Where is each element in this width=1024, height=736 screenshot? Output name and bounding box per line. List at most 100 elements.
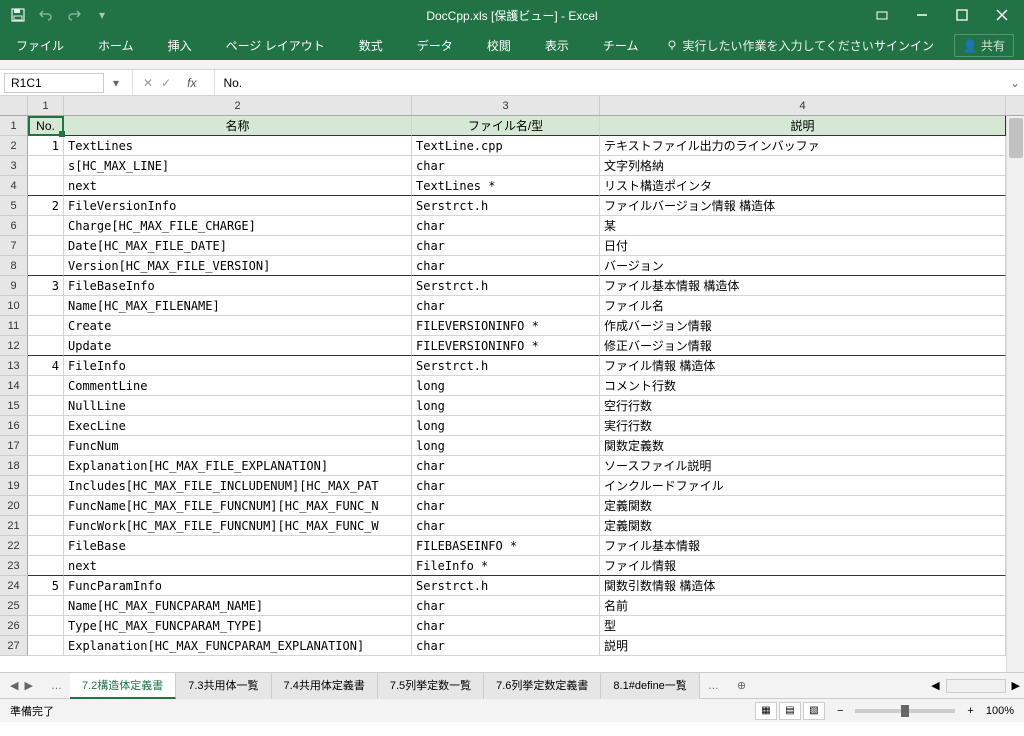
cell-no[interactable] <box>28 296 64 316</box>
row-header[interactable]: 12 <box>0 336 28 356</box>
cell-desc[interactable]: 型 <box>600 616 1006 636</box>
cell-file[interactable]: long <box>412 396 600 416</box>
cell-file[interactable]: char <box>412 616 600 636</box>
pagebreak-view-icon[interactable]: ▧ <box>803 702 825 720</box>
cell-no[interactable] <box>28 236 64 256</box>
undo-icon[interactable] <box>38 7 54 23</box>
namebox-dropdown-icon[interactable]: ▾ <box>108 76 124 90</box>
cell-name[interactable]: Includes[HC_MAX_FILE_INCLUDENUM][HC_MAX_… <box>64 476 412 496</box>
cell-desc[interactable]: 実行行数 <box>600 416 1006 436</box>
cell-desc[interactable]: 関数定義数 <box>600 436 1006 456</box>
cell-name[interactable]: Create <box>64 316 412 336</box>
cell-name[interactable]: ExecLine <box>64 416 412 436</box>
row-header[interactable]: 25 <box>0 596 28 616</box>
cell-no[interactable] <box>28 436 64 456</box>
maximize-icon[interactable] <box>952 5 972 25</box>
cell-no[interactable]: 1 <box>28 136 64 156</box>
cell-name[interactable]: Type[HC_MAX_FUNCPARAM_TYPE] <box>64 616 412 636</box>
new-sheet-icon[interactable]: ⊕ <box>727 679 756 692</box>
row-header[interactable]: 18 <box>0 456 28 476</box>
sheet-next-icon[interactable]: ▶ <box>24 679 32 692</box>
cell-desc[interactable]: テキストファイル出力のラインバッファ <box>600 136 1006 156</box>
cell-no[interactable] <box>28 556 64 576</box>
row-header[interactable]: 6 <box>0 216 28 236</box>
sheet-tab[interactable]: 7.4共用体定義書 <box>272 673 378 699</box>
cell-desc[interactable]: リスト構造ポインタ <box>600 176 1006 196</box>
cell-name[interactable]: s[HC_MAX_LINE] <box>64 156 412 176</box>
tab-home[interactable]: ホーム <box>92 33 140 58</box>
sheet-tab[interactable]: 8.1#define一覧 <box>601 673 699 699</box>
sheet-tab[interactable]: 7.3共用体一覧 <box>176 673 271 699</box>
normal-view-icon[interactable]: ▦ <box>755 702 777 720</box>
cell-no[interactable] <box>28 616 64 636</box>
cell-desc[interactable]: ファイル情報 <box>600 556 1006 576</box>
zoom-out-icon[interactable]: − <box>837 705 843 717</box>
cell-file[interactable]: char <box>412 456 600 476</box>
cell-file[interactable]: TextLine.cpp <box>412 136 600 156</box>
cell-desc[interactable]: バージョン <box>600 256 1006 276</box>
row-header[interactable]: 16 <box>0 416 28 436</box>
cell-no[interactable] <box>28 516 64 536</box>
sheet-tab[interactable]: 7.5列挙定数一覧 <box>378 673 484 699</box>
zoom-in-icon[interactable]: + <box>967 705 973 717</box>
cell-no[interactable] <box>28 156 64 176</box>
cell-no[interactable] <box>28 316 64 336</box>
cell-name[interactable]: Name[HC_MAX_FILENAME] <box>64 296 412 316</box>
row-header[interactable]: 3 <box>0 156 28 176</box>
cell-file[interactable]: FILEVERSIONINFO * <box>412 316 600 336</box>
cell-no[interactable]: 3 <box>28 276 64 296</box>
cell-name[interactable]: FileBase <box>64 536 412 556</box>
tellme-search[interactable]: 実行したい作業を入力してください <box>666 37 873 54</box>
row-header[interactable]: 5 <box>0 196 28 216</box>
row-header[interactable]: 2 <box>0 136 28 156</box>
row-header[interactable]: 19 <box>0 476 28 496</box>
row-header[interactable]: 17 <box>0 436 28 456</box>
cell-no[interactable] <box>28 396 64 416</box>
cell-no[interactable]: 5 <box>28 576 64 596</box>
cell-file[interactable]: char <box>412 296 600 316</box>
cell-name[interactable]: NullLine <box>64 396 412 416</box>
qat-dropdown-icon[interactable]: ▾ <box>94 7 110 23</box>
row-header[interactable]: 8 <box>0 256 28 276</box>
sheet-tab[interactable]: 7.2構造体定義書 <box>70 673 176 699</box>
cell-no[interactable] <box>28 456 64 476</box>
enter-icon[interactable]: ✓ <box>161 76 171 90</box>
col-header[interactable]: 3 <box>412 96 600 115</box>
zoom-slider[interactable] <box>855 709 955 713</box>
tab-pagelayout[interactable]: ページ レイアウト <box>220 33 331 58</box>
tab-file[interactable]: ファイル <box>10 33 70 58</box>
cell-file[interactable]: char <box>412 516 600 536</box>
zoom-thumb[interactable] <box>901 705 909 717</box>
sheet-last-icon[interactable]: … <box>700 680 727 692</box>
row-header[interactable]: 27 <box>0 636 28 656</box>
cell-file[interactable]: char <box>412 216 600 236</box>
horizontal-scrollbar[interactable] <box>946 679 1006 693</box>
cell-desc[interactable]: 関数引数情報 構造体 <box>600 576 1006 596</box>
cell-file[interactable]: char <box>412 236 600 256</box>
tab-team[interactable]: チーム <box>597 33 645 58</box>
close-icon[interactable] <box>992 5 1012 25</box>
cell-desc[interactable]: 日付 <box>600 236 1006 256</box>
scroll-thumb[interactable] <box>1009 118 1023 158</box>
cell-desc[interactable]: 名前 <box>600 596 1006 616</box>
cell-file[interactable]: long <box>412 436 600 456</box>
hscroll-left-icon[interactable]: ◀ <box>931 679 939 692</box>
cell-name[interactable]: FuncNum <box>64 436 412 456</box>
row-header[interactable]: 1 <box>0 116 28 136</box>
pagelayout-view-icon[interactable]: ▤ <box>779 702 801 720</box>
col-header[interactable]: 1 <box>28 96 64 115</box>
cell-no[interactable] <box>28 336 64 356</box>
cell-no[interactable] <box>28 416 64 436</box>
sheet-first-icon[interactable]: … <box>43 680 70 692</box>
cell-no[interactable] <box>28 536 64 556</box>
cell-name[interactable]: FileInfo <box>64 356 412 376</box>
cell-file[interactable]: Serstrct.h <box>412 276 600 296</box>
sheet-prev-icon[interactable]: ◀ <box>10 679 18 692</box>
save-icon[interactable] <box>10 7 26 23</box>
redo-icon[interactable] <box>66 7 82 23</box>
cell-name[interactable]: TextLines <box>64 136 412 156</box>
row-header[interactable]: 9 <box>0 276 28 296</box>
cell-no[interactable] <box>28 216 64 236</box>
cell-no[interactable] <box>28 596 64 616</box>
cell-desc[interactable]: 説明 <box>600 636 1006 656</box>
